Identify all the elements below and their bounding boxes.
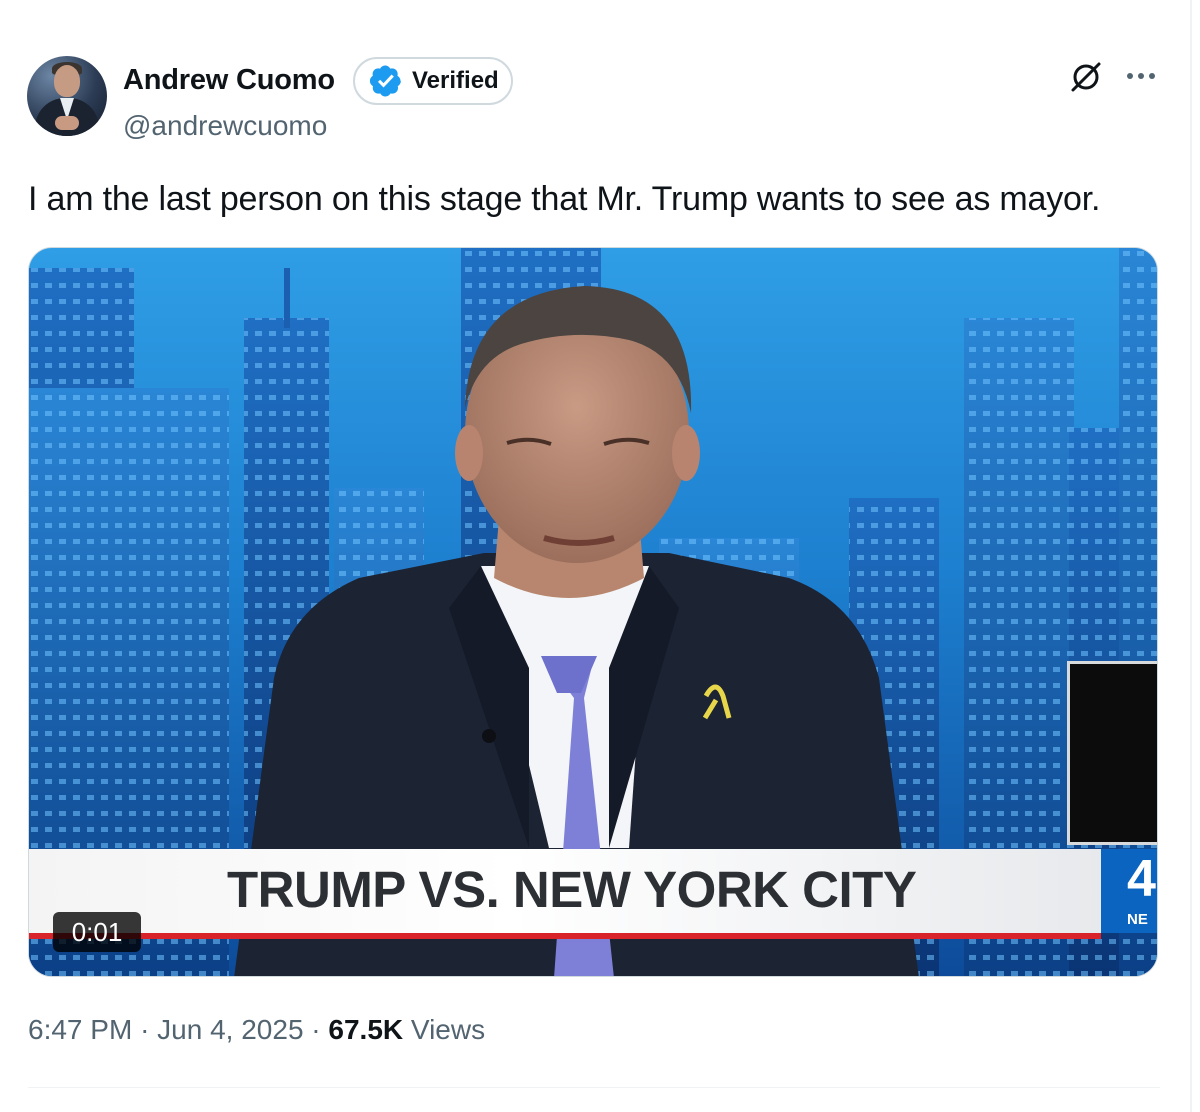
- views-count: 67.5K: [328, 1014, 404, 1045]
- news-chyron: TRUMP VS. NEW YORK CITY: [227, 861, 917, 918]
- tweet-date[interactable]: Jun 4, 2025: [157, 1014, 303, 1045]
- more-options-icon[interactable]: [1124, 60, 1158, 92]
- tweet-time[interactable]: 6:47 PM: [28, 1014, 132, 1045]
- station-number: 4: [1127, 850, 1156, 908]
- right-border: [1190, 0, 1192, 1112]
- verified-label: Verified: [412, 67, 499, 94]
- inset-video: [1067, 661, 1157, 845]
- verified-badge-icon: [369, 65, 401, 97]
- meta-separator: ·: [311, 1014, 321, 1045]
- video-duration: 0:01: [53, 912, 141, 952]
- author-handle[interactable]: @andrewcuomo: [123, 110, 327, 142]
- tweet-text: I am the last person on this stage that …: [28, 180, 1101, 218]
- avatar[interactable]: [27, 56, 107, 136]
- video-player[interactable]: TRUMP VS. NEW YORK CITY 4 NE 0:01: [28, 247, 1158, 977]
- views-label: Views: [410, 1014, 486, 1045]
- meta-separator: ·: [140, 1014, 150, 1045]
- divider: [28, 1087, 1160, 1088]
- tweet-meta: 6:47 PM · Jun 4, 2025 · 67.5K Views: [28, 1014, 485, 1046]
- grok-icon[interactable]: [1068, 59, 1104, 95]
- author-name[interactable]: Andrew Cuomo: [123, 64, 335, 97]
- station-logo: 4 NE: [1101, 849, 1157, 933]
- verified-pill[interactable]: Verified: [353, 57, 513, 105]
- station-text: NE: [1127, 911, 1148, 928]
